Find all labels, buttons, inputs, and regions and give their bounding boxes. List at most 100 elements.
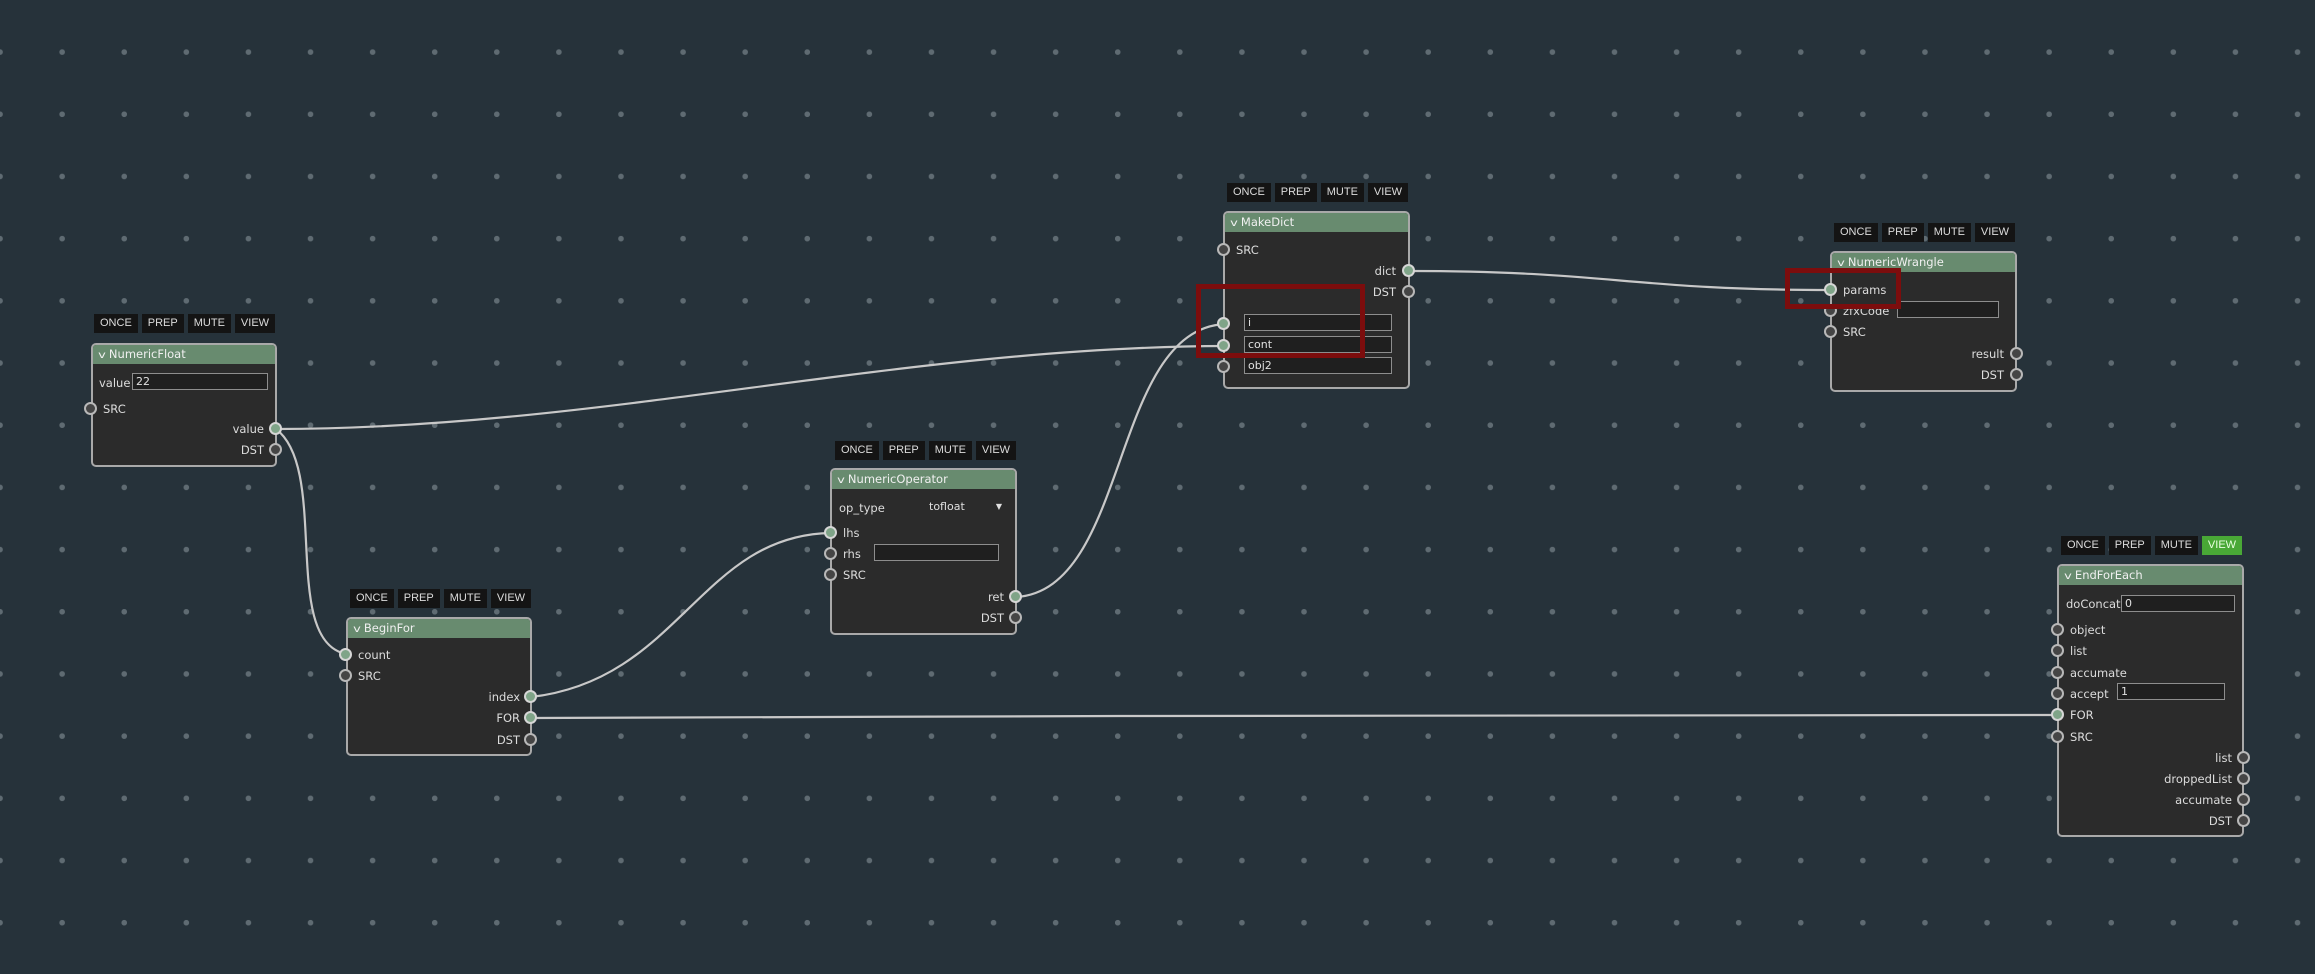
i-socket[interactable]: [1217, 317, 1230, 330]
node-toolbar: ONCE PREP MUTE VIEW: [350, 589, 532, 608]
node-header[interactable]: v EndForEach: [2059, 566, 2242, 585]
node-title: EndForEach: [2074, 568, 2143, 582]
obj2-socket[interactable]: [1217, 360, 1230, 373]
src-socket[interactable]: [824, 568, 837, 581]
dst-label: DST: [496, 733, 520, 747]
chevron-down-icon[interactable]: v: [353, 620, 361, 639]
chevron-down-icon[interactable]: v: [1837, 254, 1845, 273]
prep-button[interactable]: PREP: [1881, 223, 1924, 242]
dst-socket[interactable]: [269, 443, 282, 456]
once-button[interactable]: ONCE: [1834, 223, 1878, 242]
lhs-socket[interactable]: [824, 526, 837, 539]
once-button[interactable]: ONCE: [94, 314, 138, 333]
for-socket[interactable]: [2051, 708, 2064, 721]
prep-button[interactable]: PREP: [397, 589, 440, 608]
src-socket[interactable]: [339, 669, 352, 682]
dst-socket[interactable]: [2010, 368, 2023, 381]
dropped-list-socket[interactable]: [2237, 772, 2250, 785]
dst-socket[interactable]: [1009, 611, 1022, 624]
doconcat-field[interactable]: 0: [2121, 595, 2235, 612]
zfxcode-field[interactable]: [1897, 301, 1999, 318]
count-socket[interactable]: [339, 648, 352, 661]
index-socket[interactable]: [524, 690, 537, 703]
src-socket[interactable]: [1824, 325, 1837, 338]
chevron-down-icon[interactable]: v: [2064, 567, 2072, 586]
view-button[interactable]: VIEW: [490, 589, 532, 608]
cont-socket[interactable]: [1217, 339, 1230, 352]
prep-button[interactable]: PREP: [1274, 183, 1317, 202]
view-button[interactable]: VIEW: [1367, 183, 1409, 202]
node-header[interactable]: v MakeDict: [1225, 213, 1408, 232]
accumate-in-socket[interactable]: [2051, 666, 2064, 679]
object-label: object: [2070, 623, 2106, 637]
src-label: SRC: [1236, 243, 1259, 257]
src-socket[interactable]: [84, 402, 97, 415]
accumate-out-label: accumate: [2175, 793, 2232, 807]
view-button[interactable]: VIEW: [234, 314, 276, 333]
list-in-label: list: [2070, 644, 2087, 658]
accept-label: accept: [2070, 687, 2109, 701]
node-title: NumericWrangle: [1847, 255, 1944, 269]
dst-socket[interactable]: [1402, 285, 1415, 298]
dst-socket[interactable]: [2237, 814, 2250, 827]
dropped-list-label: droppedList: [2164, 772, 2232, 786]
dict-socket[interactable]: [1402, 264, 1415, 277]
rhs-field[interactable]: [874, 544, 999, 561]
accept-field[interactable]: 1: [2117, 683, 2225, 700]
prep-button[interactable]: PREP: [882, 441, 925, 460]
value-output-socket[interactable]: [269, 422, 282, 435]
lhs-label: lhs: [843, 526, 860, 540]
mute-button[interactable]: MUTE: [1927, 223, 1971, 242]
src-socket[interactable]: [2051, 730, 2064, 743]
view-button[interactable]: VIEW: [1974, 223, 2016, 242]
object-socket[interactable]: [2051, 623, 2064, 636]
mute-button[interactable]: MUTE: [187, 314, 231, 333]
node-title: BeginFor: [363, 621, 415, 635]
node-toolbar: ONCE PREP MUTE VIEW: [835, 441, 1017, 460]
mute-button[interactable]: MUTE: [443, 589, 487, 608]
rhs-socket[interactable]: [824, 547, 837, 560]
dst-socket[interactable]: [524, 733, 537, 746]
node-header[interactable]: v BeginFor: [348, 619, 530, 638]
chevron-down-icon[interactable]: v: [1230, 214, 1238, 233]
wire-for-to-for: [530, 713, 2058, 720]
mute-button[interactable]: MUTE: [2154, 536, 2198, 555]
result-socket[interactable]: [2010, 347, 2023, 360]
zfxcode-socket[interactable]: [1824, 304, 1837, 317]
list-out-socket[interactable]: [2237, 751, 2250, 764]
key-obj2-field[interactable]: obj2: [1244, 357, 1392, 374]
node-header[interactable]: v NumericOperator: [832, 470, 1015, 489]
src-socket[interactable]: [1217, 243, 1230, 256]
prep-button[interactable]: PREP: [141, 314, 184, 333]
view-button[interactable]: VIEW: [2201, 536, 2243, 555]
ret-socket[interactable]: [1009, 590, 1022, 603]
view-button[interactable]: VIEW: [975, 441, 1017, 460]
once-button[interactable]: ONCE: [835, 441, 879, 460]
once-button[interactable]: ONCE: [1227, 183, 1271, 202]
accumate-in-label: accumate: [2070, 666, 2127, 680]
mute-button[interactable]: MUTE: [1320, 183, 1364, 202]
key-i-field[interactable]: i: [1244, 314, 1392, 331]
once-button[interactable]: ONCE: [2061, 536, 2105, 555]
prep-button[interactable]: PREP: [2108, 536, 2151, 555]
node-editor-canvas[interactable]: ONCE PREP MUTE VIEW v NumericFloat value …: [0, 0, 2315, 974]
once-button[interactable]: ONCE: [350, 589, 394, 608]
node-header[interactable]: v NumericFloat: [93, 345, 275, 364]
mute-button[interactable]: MUTE: [928, 441, 972, 460]
value-field[interactable]: 22: [132, 373, 268, 390]
ret-label: ret: [987, 590, 1004, 604]
node-header[interactable]: v NumericWrangle: [1832, 253, 2015, 272]
params-socket[interactable]: [1824, 283, 1837, 296]
chevron-down-icon[interactable]: v: [837, 471, 845, 490]
op-type-select[interactable]: tofloat ▼: [926, 499, 1006, 516]
accept-socket[interactable]: [2051, 687, 2064, 700]
key-cont-field[interactable]: cont: [1244, 336, 1392, 353]
list-in-socket[interactable]: [2051, 644, 2064, 657]
src-label: SRC: [843, 568, 866, 582]
wire-ret-to-i: [1015, 322, 1226, 599]
node-toolbar: ONCE PREP MUTE VIEW: [1834, 223, 2016, 242]
dict-label: dict: [1374, 264, 1396, 278]
accumate-out-socket[interactable]: [2237, 793, 2250, 806]
for-socket[interactable]: [524, 711, 537, 724]
chevron-down-icon[interactable]: v: [98, 346, 106, 365]
